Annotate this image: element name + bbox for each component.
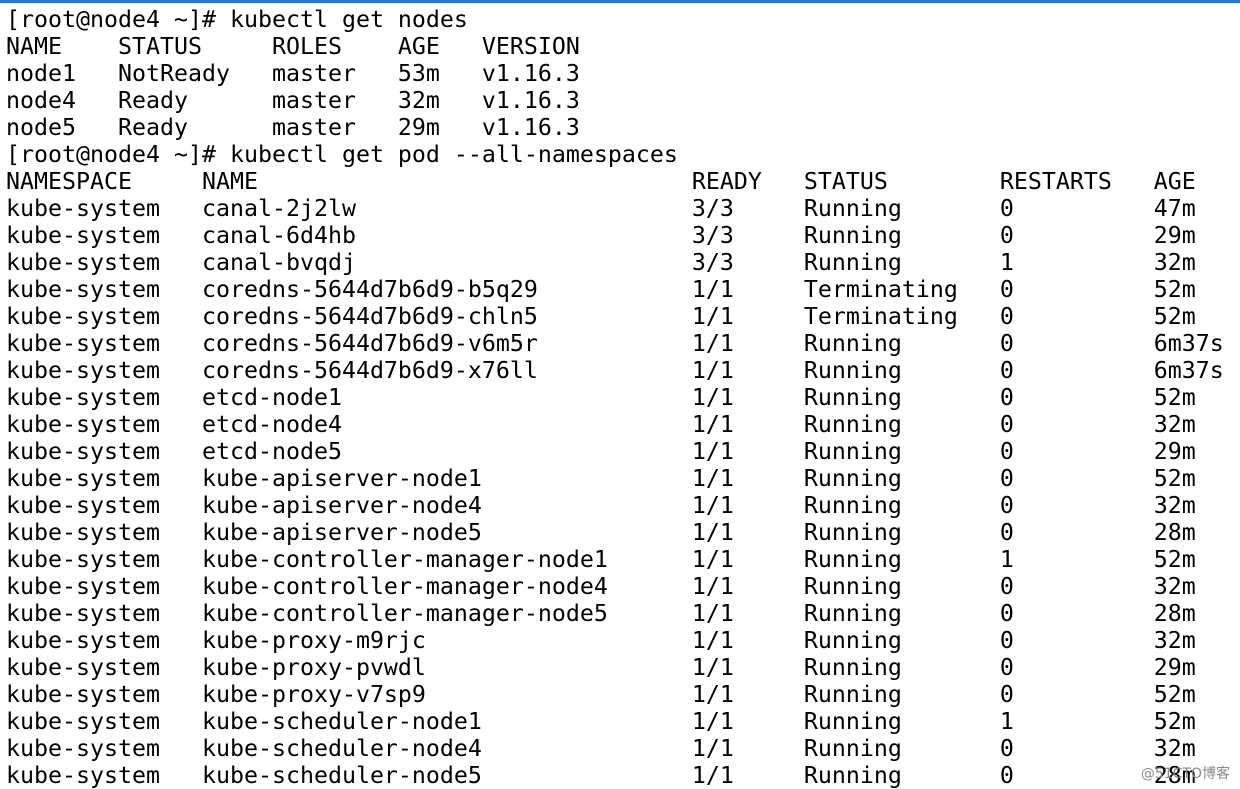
terminal-line: kube-system canal-bvqdj 3/3 Running 1 32… <box>6 249 1196 276</box>
terminal-line: NAME STATUS ROLES AGE VERSION <box>6 33 580 60</box>
terminal-line: kube-system coredns-5644d7b6d9-chln5 1/1… <box>6 303 1196 330</box>
terminal-line: kube-system kube-apiserver-node4 1/1 Run… <box>6 492 1196 519</box>
terminal-line: node4 Ready master 32m v1.16.3 <box>6 87 580 114</box>
terminal-window[interactable]: [root@node4 ~]# kubectl get nodes NAME ST… <box>0 0 1240 789</box>
terminal-line: kube-system coredns-5644d7b6d9-b5q29 1/1… <box>6 276 1196 303</box>
terminal-line: kube-system etcd-node1 1/1 Running 0 52m <box>6 384 1196 411</box>
terminal-line: kube-system kube-proxy-v7sp9 1/1 Running… <box>6 681 1196 708</box>
terminal-line: kube-system coredns-5644d7b6d9-x76ll 1/1… <box>6 357 1224 384</box>
terminal-line: kube-system kube-proxy-m9rjc 1/1 Running… <box>6 627 1196 654</box>
terminal-line: kube-system kube-controller-manager-node… <box>6 600 1196 627</box>
terminal-line: NAMESPACE NAME READY STATUS RESTARTS AGE <box>6 168 1196 195</box>
terminal-line: kube-system kube-apiserver-node1 1/1 Run… <box>6 465 1196 492</box>
terminal-line: [root@node4 ~]# kubectl get nodes <box>6 6 468 33</box>
terminal-line: kube-system kube-scheduler-node1 1/1 Run… <box>6 708 1196 735</box>
terminal-line: kube-system kube-apiserver-node5 1/1 Run… <box>6 519 1196 546</box>
terminal-line: kube-system kube-proxy-pvwdl 1/1 Running… <box>6 654 1196 681</box>
terminal-line: kube-system kube-controller-manager-node… <box>6 573 1196 600</box>
watermark: @51CTO博客 <box>1140 766 1230 782</box>
window-top-border <box>0 0 1240 3</box>
terminal-line: kube-system kube-scheduler-node5 1/1 Run… <box>6 762 1196 789</box>
terminal-line: kube-system coredns-5644d7b6d9-v6m5r 1/1… <box>6 330 1224 357</box>
terminal-line: node1 NotReady master 53m v1.16.3 <box>6 60 580 87</box>
terminal-line: node5 Ready master 29m v1.16.3 <box>6 114 580 141</box>
terminal-line: [root@node4 ~]# kubectl get pod --all-na… <box>6 141 678 168</box>
terminal-line: kube-system canal-6d4hb 3/3 Running 0 29… <box>6 222 1196 249</box>
terminal-line: kube-system kube-controller-manager-node… <box>6 546 1196 573</box>
terminal-line: kube-system canal-2j2lw 3/3 Running 0 47… <box>6 195 1196 222</box>
terminal-line: kube-system etcd-node4 1/1 Running 0 32m <box>6 411 1196 438</box>
terminal-output: [root@node4 ~]# kubectl get nodes NAME ST… <box>6 6 1224 789</box>
terminal-line: kube-system etcd-node5 1/1 Running 0 29m <box>6 438 1196 465</box>
terminal-line: kube-system kube-scheduler-node4 1/1 Run… <box>6 735 1196 762</box>
